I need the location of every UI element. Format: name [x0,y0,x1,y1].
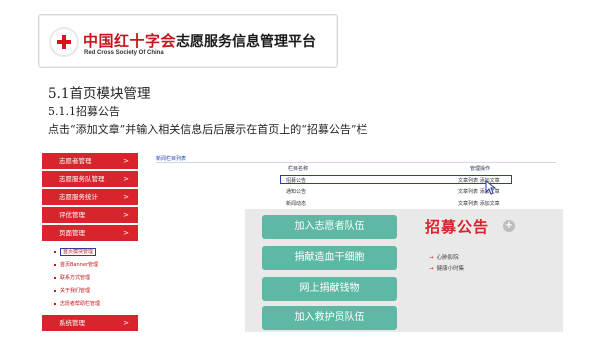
instruction-paragraph: 点击“添加文章”并输入相关信息后后展示在首页上的“招募公告”栏 [48,123,368,136]
notice-text: 健康小时集 [436,266,465,272]
recruit-notice-title: 招募公告 [425,218,490,236]
notice-item[interactable]: → 心肺影院 [429,253,459,261]
submenu-item-contact[interactable]: 联系方式管理 [42,272,138,285]
arrow-right-icon: → [429,255,434,261]
brand-name-en: Red Cross Society Of China [84,50,164,56]
plus-icon[interactable]: + [503,220,515,232]
chevron-right-icon: > [123,157,129,165]
brand-name-cn: 中国红十字会 [83,32,177,50]
sidebar-item-statistics[interactable]: 志愿服务统计 > [42,189,138,205]
chevron-right-icon: > [123,211,129,219]
donate-stem-cells-button[interactable]: 捐献造血干细胞 [262,246,397,270]
chevron-right-icon: > [123,175,129,183]
admin-sidebar: 志愿者管理 > 志愿服务队管理 > 志愿服务统计 > 评优管理 > 页面管理 >… [42,153,138,333]
donate-online-button[interactable]: 网上捐献钱物 [262,277,397,301]
table-caption: 新闻栏目列表 [156,156,187,162]
table-divider [156,162,556,163]
sidebar-item-awards[interactable]: 评优管理 > [42,207,138,223]
table-row: 通知公告 文章列表 添加文章 [156,188,556,198]
homepage-preview: 加入志愿者队伍 捐献造血干细胞 网上捐献钱物 加入救护员队伍 招募公告 + → 心… [245,209,563,332]
sidebar-item-label: 志愿服务队管理 [59,175,105,183]
submenu-item-help[interactable]: 志愿者帮助栏管理 [42,298,138,311]
submenu-item-label: 首页模块管理 [60,248,97,256]
red-cross-logo-icon [49,27,79,57]
submenu-item-home-modules[interactable]: 首页模块管理 [42,246,138,259]
arrow-right-icon: → [429,266,434,272]
section-heading: 5.1首页模块管理 [48,86,151,102]
subsection-heading: 5.1.1招募公告 [48,105,120,118]
join-volunteer-button[interactable]: 加入志愿者队伍 [262,215,397,239]
sidebar-item-pages[interactable]: 页面管理 > [42,225,138,241]
submenu-item-about[interactable]: 关于我们管理 [42,285,138,298]
admin-screenshot: 志愿者管理 > 志愿服务队管理 > 志愿服务统计 > 评优管理 > 页面管理 >… [42,147,563,333]
row-name: 通知公告 [286,189,307,195]
row-actions[interactable]: 文章列表 添加文章 [458,200,500,207]
sidebar-item-volunteers[interactable]: 志愿者管理 > [42,153,138,169]
notice-text: 心肺影院 [436,255,459,261]
sidebar-submenu: 首页模块管理 首页Banner管理 联系方式管理 关于我们管理 志愿者帮助栏管理 [42,243,138,315]
sidebar-item-label: 系统管理 [59,319,85,327]
mouse-pointer-icon [485,180,496,195]
notice-item[interactable]: → 健康小时集 [429,264,464,272]
highlight-box [280,175,512,184]
sidebar-item-system[interactable]: 系统管理 > [42,315,138,331]
sidebar-item-teams[interactable]: 志愿服务队管理 > [42,171,138,187]
column-header-name: 栏目名称 [288,166,309,172]
sidebar-item-label: 志愿服务统计 [59,193,98,201]
chevron-right-icon: > [123,193,129,201]
chevron-right-icon: > [123,229,129,237]
chevron-right-icon: > [123,319,129,327]
submenu-item-banner[interactable]: 首页Banner管理 [42,259,138,272]
sidebar-item-label: 志愿者管理 [59,157,92,165]
column-header-actions: 管理操作 [470,166,491,172]
header-banner: 中国红十字会 Red Cross Society Of China 志愿服务信息… [38,14,338,68]
platform-title: 志愿服务信息管理平台 [176,34,316,50]
sidebar-item-label: 评优管理 [59,211,85,219]
row-name: 新闻动态 [286,201,307,207]
join-rescuer-button[interactable]: 加入救护员队伍 [262,306,397,330]
sidebar-item-label: 页面管理 [59,229,85,237]
